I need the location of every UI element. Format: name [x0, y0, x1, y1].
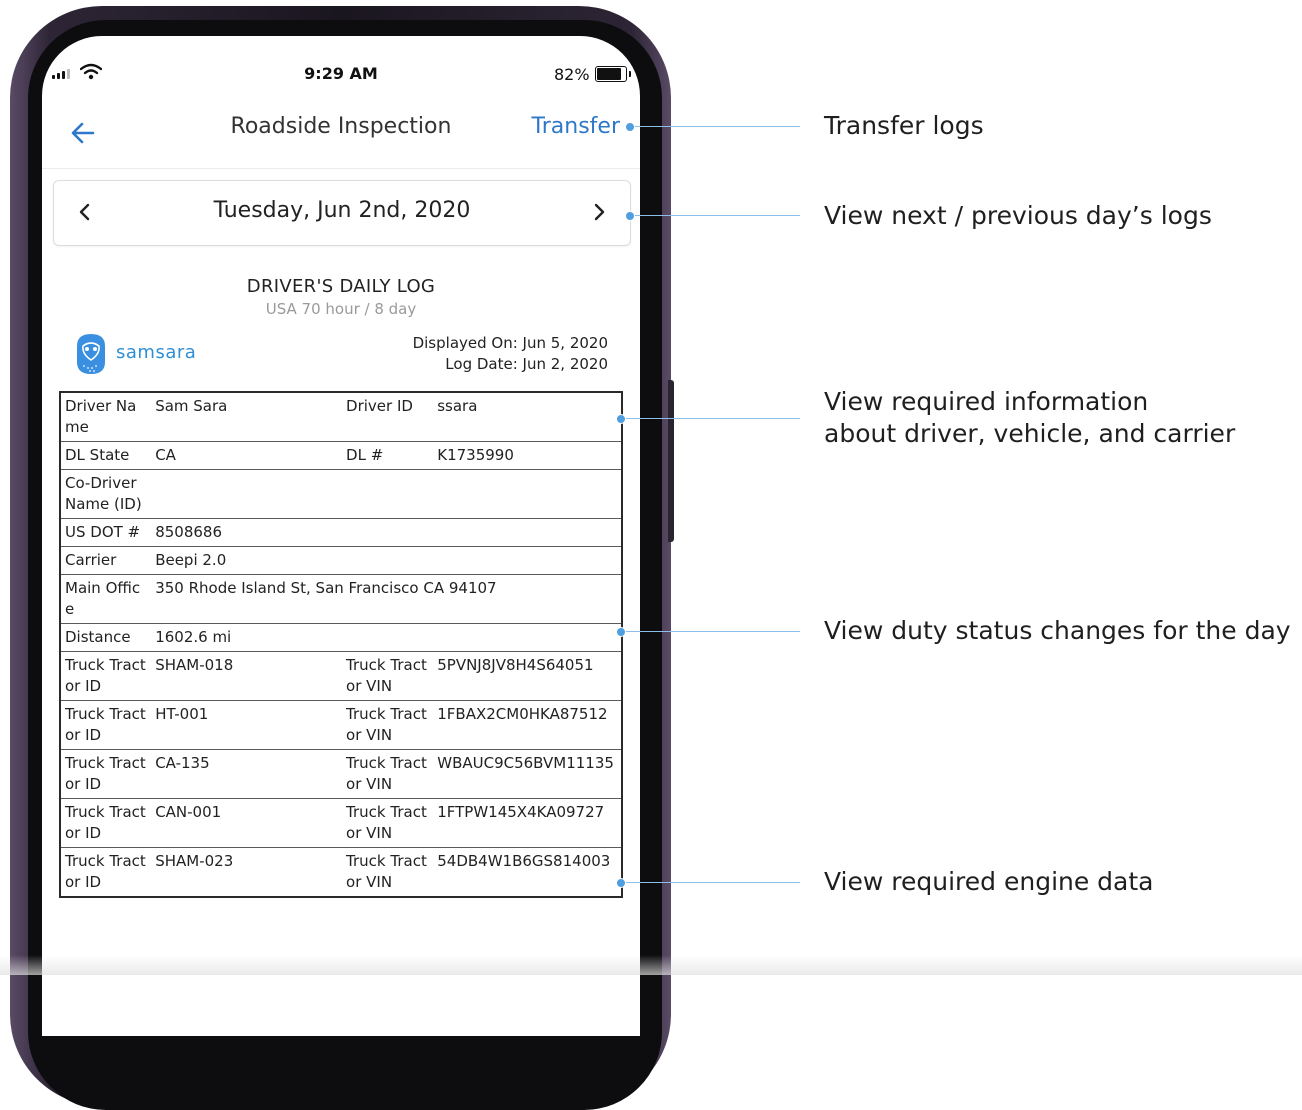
- table-row: Driver Name Sam Sara Driver ID ssara: [60, 392, 622, 442]
- table-value-cell: HT-001: [151, 700, 343, 750]
- annotation-transfer: Transfer logs: [824, 111, 984, 140]
- battery-percent: 82%: [554, 65, 590, 84]
- status-bar: 9:29 AM 82%: [42, 36, 640, 106]
- table-label-cell: Truck Tractor ID: [60, 700, 152, 750]
- table-label-cell: Truck Tractor ID: [60, 798, 152, 848]
- annotation-dot-required-info: [616, 414, 626, 424]
- table-value-cell: K1735990: [433, 441, 622, 470]
- table-value-cell: 1FBAX2CM0HKA87512: [433, 700, 622, 750]
- brand-logo-text: samsara: [116, 342, 197, 363]
- table-value-cell: 54DB4W1B6GS814003: [433, 847, 622, 898]
- table-value-cell: ssara: [433, 392, 622, 442]
- table-row: US DOT #8508686: [60, 518, 622, 547]
- annotation-dot-engine-data: [616, 878, 626, 888]
- table-row: Truck Tractor ID SHAM-023 Truck Tractor VI…: [60, 847, 622, 898]
- table-label-cell: Truck Tractor VIN: [342, 651, 434, 701]
- table-value-cell: WBAUC9C56BVM11135: [433, 749, 622, 799]
- table-label-cell: Truck Tractor ID: [60, 847, 152, 898]
- table-label-cell: Distance: [60, 623, 152, 652]
- table-value-cell: SHAM-023: [151, 847, 343, 898]
- current-date: Tuesday, Jun 2nd, 2020: [213, 198, 471, 223]
- annotation-day-nav: View next / previous day’s logs: [824, 201, 1212, 230]
- table-label-cell: Truck Tractor VIN: [342, 798, 434, 848]
- table-row: Truck Tractor ID CA-135 Truck Tractor VIN W…: [60, 749, 622, 799]
- nav-bar: Roadside Inspection Transfer: [42, 106, 640, 169]
- table-label-cell: Truck Tractor VIN: [342, 847, 434, 898]
- table-value-cell: SHAM-018: [151, 651, 343, 701]
- table-value-cell: 5PVNJ8JV8H4S64051: [433, 651, 622, 701]
- table-value-cell: CA: [151, 441, 343, 470]
- table-value-cell: 1602.6 mi: [151, 623, 622, 652]
- annotation-line-transfer: [633, 126, 800, 127]
- annotation-duty-status: View duty status changes for the day: [824, 616, 1291, 645]
- phone-side-button: [668, 380, 674, 542]
- annotation-required-info-2: about driver, vehicle, and carrier: [824, 419, 1236, 448]
- table-label-cell: Main Office: [60, 574, 152, 624]
- table-value-cell: [151, 469, 622, 519]
- battery-icon: [595, 66, 631, 82]
- annotation-dot-duty-status: [616, 627, 626, 637]
- annotation-required-info-1: View required information: [824, 387, 1149, 416]
- table-label-cell: DL #: [342, 441, 434, 470]
- table-row: Co-Driver Name (ID): [60, 469, 622, 519]
- table-label-cell: Driver Name: [60, 392, 152, 442]
- table-row: Truck Tractor ID CAN-001 Truck Tractor VIN…: [60, 798, 622, 848]
- table-value-cell: 350 Rhode Island St, San Francisco CA 94…: [151, 574, 622, 624]
- table-label-cell: Truck Tractor ID: [60, 749, 152, 799]
- table-row: Truck Tractor ID SHAM-018 Truck Tractor VI…: [60, 651, 622, 701]
- annotation-line-day-nav: [633, 215, 800, 216]
- table-row: Main Office 350 Rhode Island St, San Fran…: [60, 574, 622, 624]
- phone-screen: 9:29 AM 82% Roadside Inspection Transfer…: [42, 36, 640, 1036]
- chevron-right-icon[interactable]: [588, 201, 610, 223]
- table-label-cell: Truck Tractor ID: [60, 651, 152, 701]
- table-value-cell: 8508686: [151, 518, 622, 547]
- log-title: DRIVER'S DAILY LOG: [246, 276, 436, 297]
- annotation-line-duty-status: [624, 631, 800, 632]
- table-row: Distance 1602.6 mi: [60, 623, 622, 652]
- log-date: Log Date: Jun 2, 2020: [445, 355, 608, 373]
- samsara-owl-icon: [77, 334, 105, 374]
- annotation-engine-data: View required engine data: [824, 867, 1154, 896]
- table-value-cell: Beepi 2.0: [151, 546, 622, 575]
- table-row: Carrier Beepi 2.0: [60, 546, 622, 575]
- table-value-cell: CA-135: [151, 749, 343, 799]
- table-label-cell: DL State: [60, 441, 152, 470]
- bottom-fade: [0, 955, 1302, 975]
- displayed-on: Displayed On: Jun 5, 2020: [412, 334, 608, 352]
- annotation-line-engine-data: [624, 882, 800, 883]
- table-label-cell: Truck Tractor VIN: [342, 700, 434, 750]
- table-label-cell: US DOT #: [60, 518, 152, 547]
- driver-info-table: Driver Name Sam Sara Driver ID ssara DL Stat…: [59, 391, 623, 898]
- table-label-cell: Driver ID: [342, 392, 434, 442]
- annotation-dot-transfer: [625, 122, 635, 132]
- log-subtitle: USA 70 hour / 8 day: [265, 300, 417, 318]
- annotation-line-required-info: [624, 418, 800, 419]
- table-label-cell: Truck Tractor VIN: [342, 749, 434, 799]
- status-time: 9:29 AM: [304, 64, 378, 83]
- annotation-dot-day-nav: [625, 211, 635, 221]
- table-row: DL State CA DL # K1735990: [60, 441, 622, 470]
- table-value-cell: 1FTPW145X4KA09727: [433, 798, 622, 848]
- table-row: Truck Tractor ID HT-001 Truck Tractor VIN 1…: [60, 700, 622, 750]
- table-label-cell: Carrier: [60, 546, 152, 575]
- date-selector: Tuesday, Jun 2nd, 2020: [53, 180, 631, 246]
- table-label-cell: Co-Driver Name (ID): [60, 469, 152, 519]
- transfer-button[interactable]: Transfer: [532, 114, 620, 139]
- table-value-cell: CAN-001: [151, 798, 343, 848]
- table-value-cell: Sam Sara: [151, 392, 343, 442]
